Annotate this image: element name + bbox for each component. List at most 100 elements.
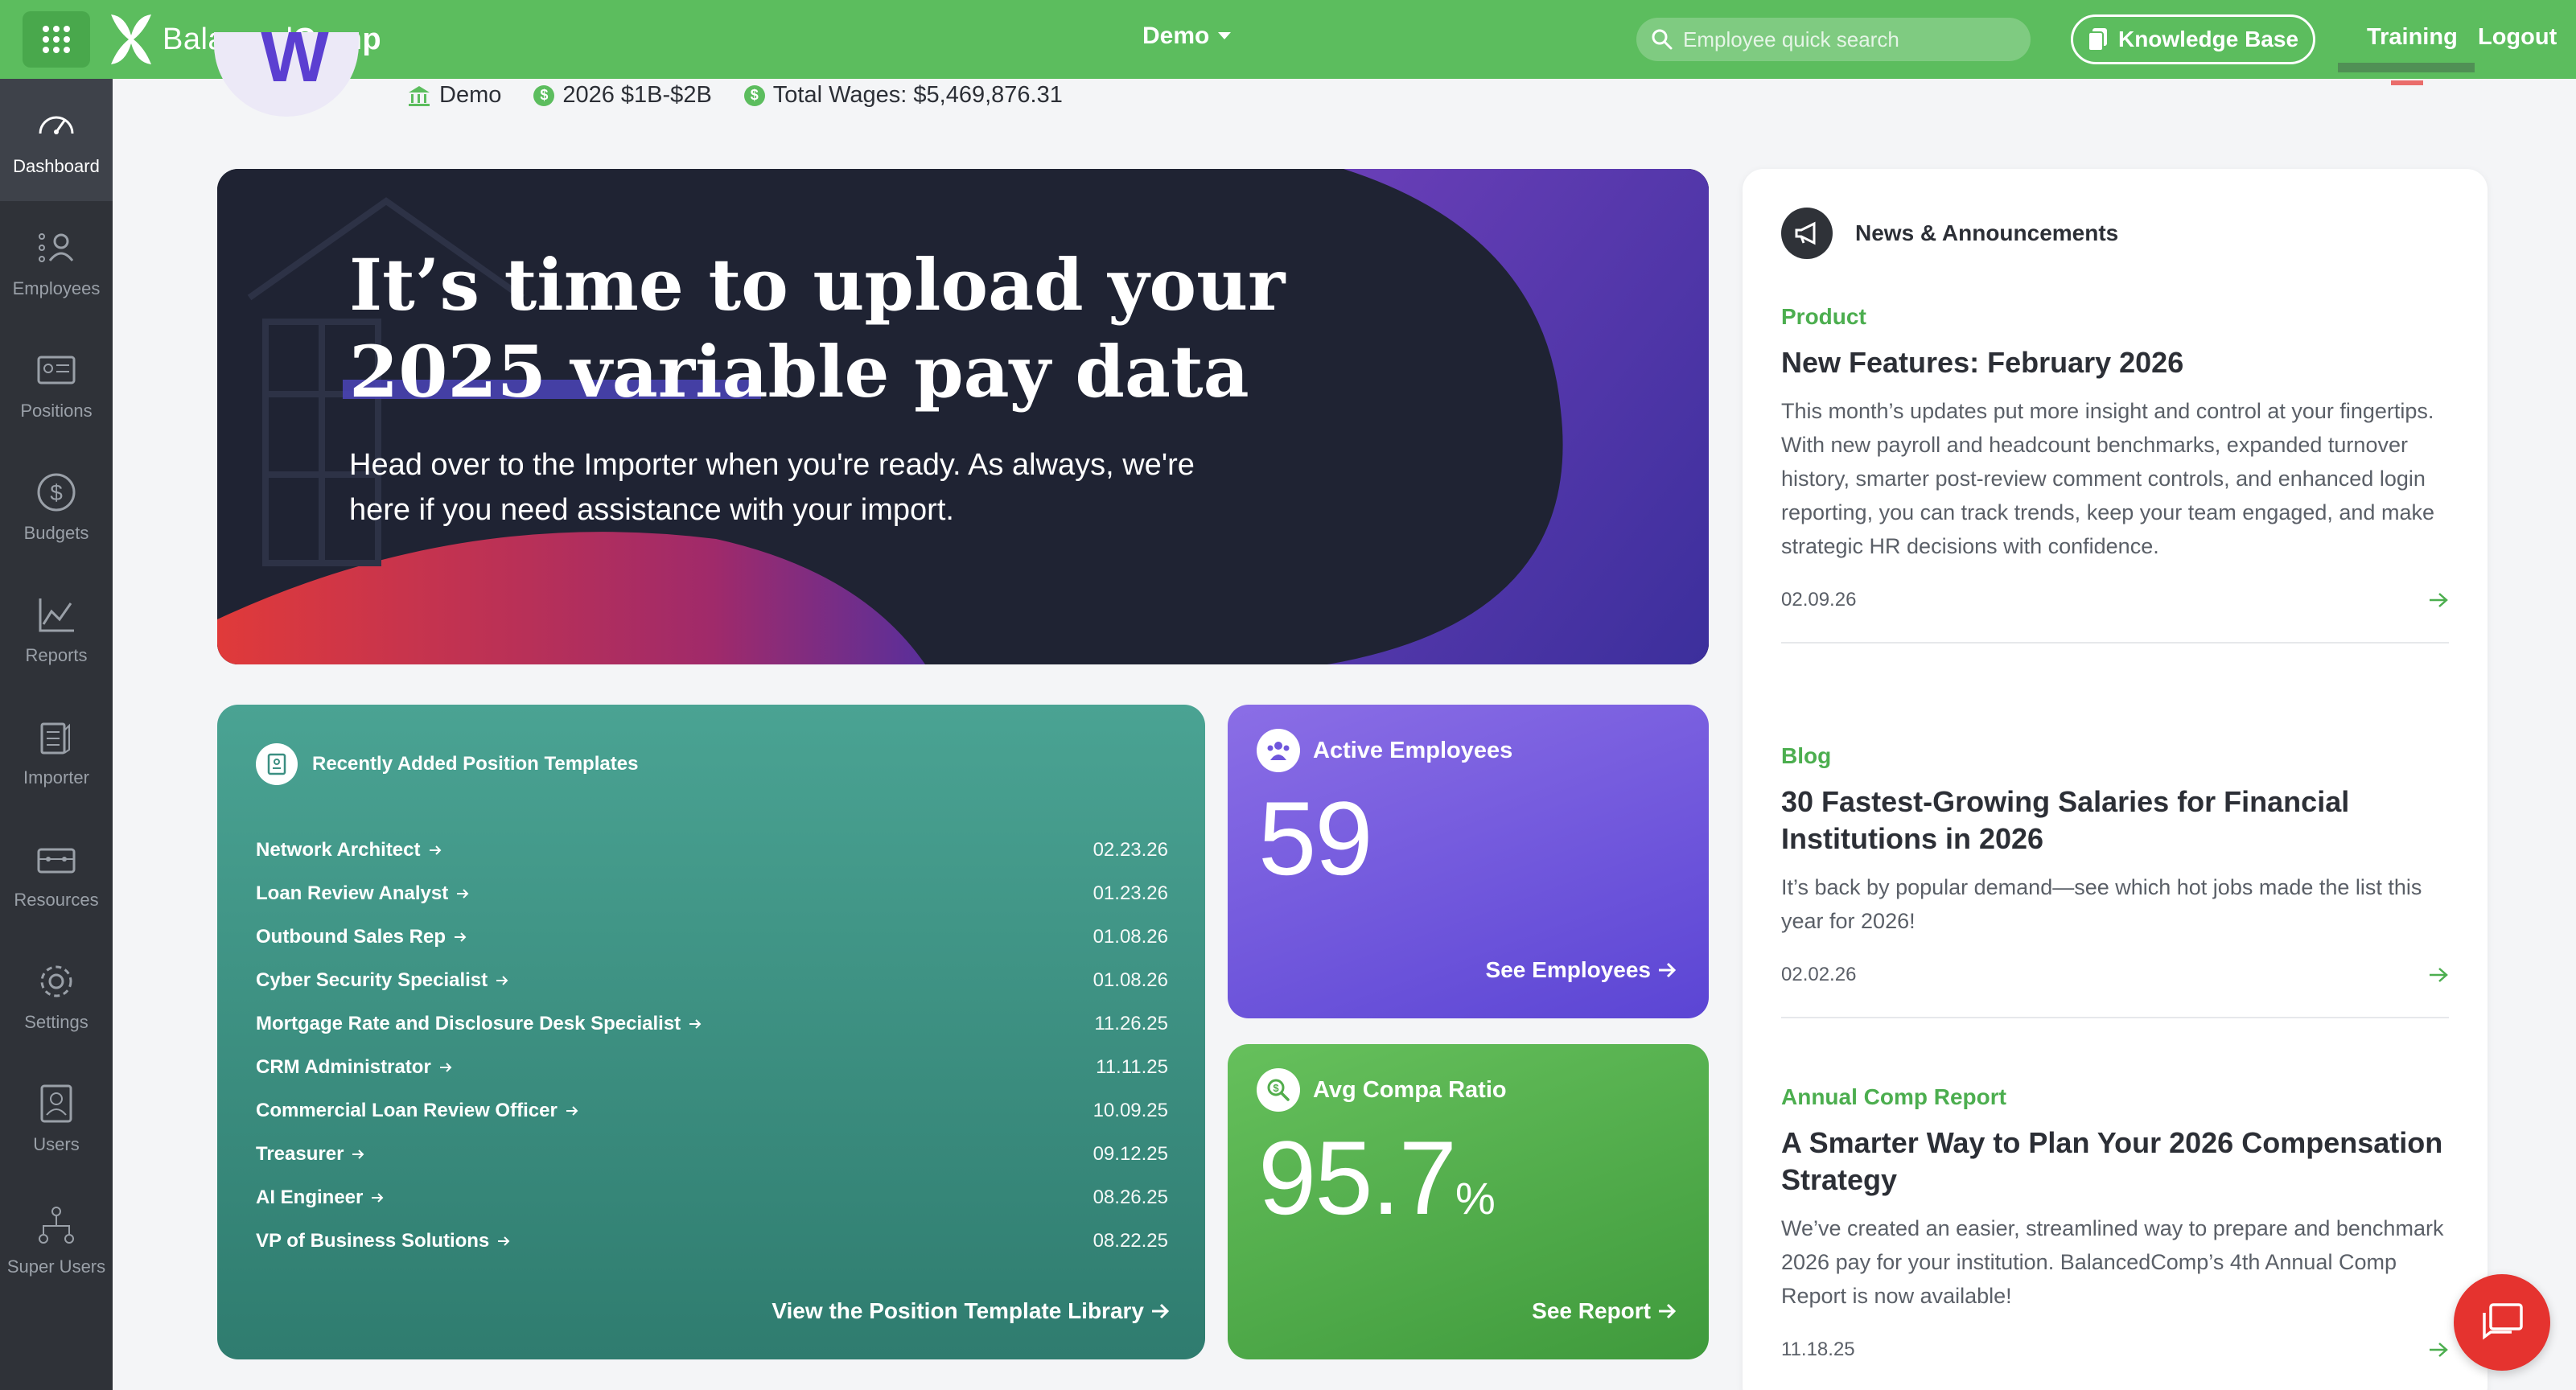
article-date: 11.18.25 — [1781, 1339, 1855, 1360]
template-row[interactable]: Commercial Loan Review Officer 10.09.25 — [256, 1089, 1168, 1133]
template-name-label: CRM Administrator — [256, 1056, 431, 1078]
template-name[interactable]: Commercial Loan Review Officer — [256, 1100, 578, 1122]
sidebar-item-reports[interactable]: Reports — [0, 568, 113, 690]
template-date: 08.22.25 — [1093, 1230, 1168, 1252]
template-row[interactable]: Loan Review Analyst 01.23.26 — [256, 872, 1168, 915]
compa-ratio-card: $ Avg Compa Ratio 95.7% See Report — [1228, 1044, 1709, 1359]
sidebar-item-employees[interactable]: Employees — [0, 201, 113, 323]
template-name[interactable]: Mortgage Rate and Disclosure Desk Specia… — [256, 1013, 702, 1035]
template-row[interactable]: VP of Business Solutions 08.22.25 — [256, 1219, 1168, 1263]
user-badge-icon — [40, 1084, 72, 1123]
sidebar-item-importer[interactable]: Importer — [0, 690, 113, 812]
arrow-right-icon — [429, 845, 441, 855]
template-row[interactable]: Network Architect 02.23.26 — [256, 829, 1168, 872]
arrow-right-icon — [1659, 962, 1677, 978]
chat-button[interactable] — [2454, 1274, 2550, 1371]
arrow-right-icon[interactable] — [2428, 965, 2449, 985]
sidebar-item-positions[interactable]: Positions — [0, 323, 113, 446]
news-article[interactable]: Blog 30 Fastest-Growing Salaries for Fin… — [1781, 743, 2449, 1018]
sidebar-item-label: Resources — [14, 890, 99, 910]
arrow-right-icon[interactable] — [2428, 590, 2449, 610]
sidebar-item-label: Employees — [12, 278, 101, 298]
magnify-dollar-icon: $ — [1257, 1068, 1300, 1112]
template-row[interactable]: Treasurer 09.12.25 — [256, 1133, 1168, 1176]
grid-icon — [43, 26, 70, 53]
sidebar-item-label: Dashboard — [13, 156, 100, 176]
template-row[interactable]: Cyber Security Specialist 01.08.26 — [256, 959, 1168, 1002]
dollar-icon: $ — [37, 473, 76, 512]
template-row[interactable]: CRM Administrator 11.11.25 — [256, 1046, 1168, 1089]
org-selector[interactable]: Demo — [1142, 23, 1232, 50]
sidebar-item-resources[interactable]: Resources — [0, 812, 113, 935]
svg-text:$: $ — [50, 480, 63, 505]
announcement-banner[interactable]: It’s time to upload your 2025 variable p… — [217, 169, 1709, 664]
template-row[interactable]: Mortgage Rate and Disclosure Desk Specia… — [256, 1002, 1168, 1046]
arrow-right-icon — [352, 1149, 364, 1159]
compa-ratio-header: $ Avg Compa Ratio — [1257, 1068, 1507, 1112]
org-chart-icon — [39, 1207, 74, 1244]
caret-down-icon — [1218, 32, 1232, 39]
see-report-link[interactable]: See Report — [1532, 1298, 1677, 1324]
template-name[interactable]: Treasurer — [256, 1143, 364, 1166]
template-date: 09.12.25 — [1093, 1143, 1168, 1165]
news-article[interactable]: Product New Features: February 2026 This… — [1781, 304, 2449, 644]
template-row[interactable]: Outbound Sales Rep 01.08.26 — [256, 915, 1168, 959]
template-name-label: Cyber Security Specialist — [256, 969, 488, 991]
compa-ratio-unit: % — [1455, 1173, 1496, 1223]
arrow-right-icon — [1659, 1303, 1677, 1319]
training-link[interactable]: Training — [2367, 24, 2458, 51]
arrow-right-icon — [439, 1063, 452, 1072]
arrow-right-icon — [372, 1193, 384, 1203]
logo-mark-icon — [111, 14, 151, 64]
article-title[interactable]: A Smarter Way to Plan Your 2026 Compensa… — [1781, 1125, 2449, 1199]
active-employees-card: Active Employees 59 See Employees — [1228, 705, 1709, 1018]
arrow-right-icon[interactable] — [2428, 1340, 2449, 1359]
sidebar-item-label: Super Users — [6, 1256, 106, 1277]
article-title[interactable]: New Features: February 2026 — [1781, 344, 2449, 381]
app-launcher-button[interactable] — [23, 11, 90, 68]
template-name[interactable]: Loan Review Analyst — [256, 882, 469, 905]
template-name[interactable]: CRM Administrator — [256, 1056, 452, 1079]
template-name[interactable]: Cyber Security Specialist — [256, 969, 508, 992]
template-date: 02.23.26 — [1093, 839, 1168, 861]
sidebar-item-settings[interactable]: Settings — [0, 935, 113, 1057]
sidebar-item-dashboard[interactable]: Dashboard — [0, 79, 113, 201]
template-name[interactable]: AI Engineer — [256, 1186, 384, 1209]
sidebar-item-label: Importer — [23, 767, 89, 788]
template-library-link[interactable]: View the Position Template Library — [772, 1298, 1170, 1324]
total-wages: $ Total Wages: $5,469,876.31 — [743, 82, 1063, 109]
org-name-label: Demo — [439, 82, 502, 108]
sidebar-item-label: Reports — [25, 645, 88, 665]
template-date: 11.26.25 — [1094, 1013, 1168, 1034]
news-article[interactable]: Annual Comp Report A Smarter Way to Plan… — [1781, 1084, 2449, 1361]
knowledge-base-button[interactable]: Knowledge Base — [2071, 14, 2315, 64]
template-row[interactable]: AI Engineer 08.26.25 — [256, 1176, 1168, 1219]
position-templates-card: Recently Added Position Templates Networ… — [217, 705, 1205, 1359]
sidebar-item-users[interactable]: Users — [0, 1057, 113, 1179]
position-template-list: Network Architect 02.23.26 Loan Review Ana… — [256, 829, 1168, 1263]
article-category: Product — [1781, 304, 1866, 329]
article-category: Annual Comp Report — [1781, 1084, 2006, 1109]
importer-icon — [40, 722, 70, 755]
org-name: Demo — [407, 82, 501, 109]
gear-icon — [40, 965, 72, 997]
employee-search-input[interactable] — [1683, 27, 2021, 52]
article-title[interactable]: 30 Fastest-Growing Salaries for Financia… — [1781, 783, 2449, 857]
template-name[interactable]: Outbound Sales Rep — [256, 926, 467, 948]
arrow-right-icon — [566, 1106, 578, 1116]
news-panel: News & Announcements Product New Feature… — [1743, 169, 2488, 1390]
template-name[interactable]: Network Architect — [256, 839, 442, 862]
people-icon — [1257, 729, 1300, 772]
see-employees-link[interactable]: See Employees — [1486, 957, 1677, 983]
template-name-label: Network Architect — [256, 839, 421, 861]
sidebar-item-super-users[interactable]: Super Users — [0, 1179, 113, 1302]
banner-title: It’s time to upload your 2025 variable p… — [349, 243, 1286, 413]
sidebar-item-budgets[interactable]: $ Budgets — [0, 446, 113, 568]
news-header: News & Announcements — [1781, 208, 2118, 259]
article-date: 02.09.26 — [1781, 589, 1857, 611]
template-date: 01.23.26 — [1093, 882, 1168, 904]
template-name[interactable]: VP of Business Solutions — [256, 1230, 510, 1252]
logout-link[interactable]: Logout — [2478, 24, 2557, 51]
gauge-icon — [39, 116, 74, 134]
template-date: 11.11.25 — [1096, 1056, 1168, 1078]
